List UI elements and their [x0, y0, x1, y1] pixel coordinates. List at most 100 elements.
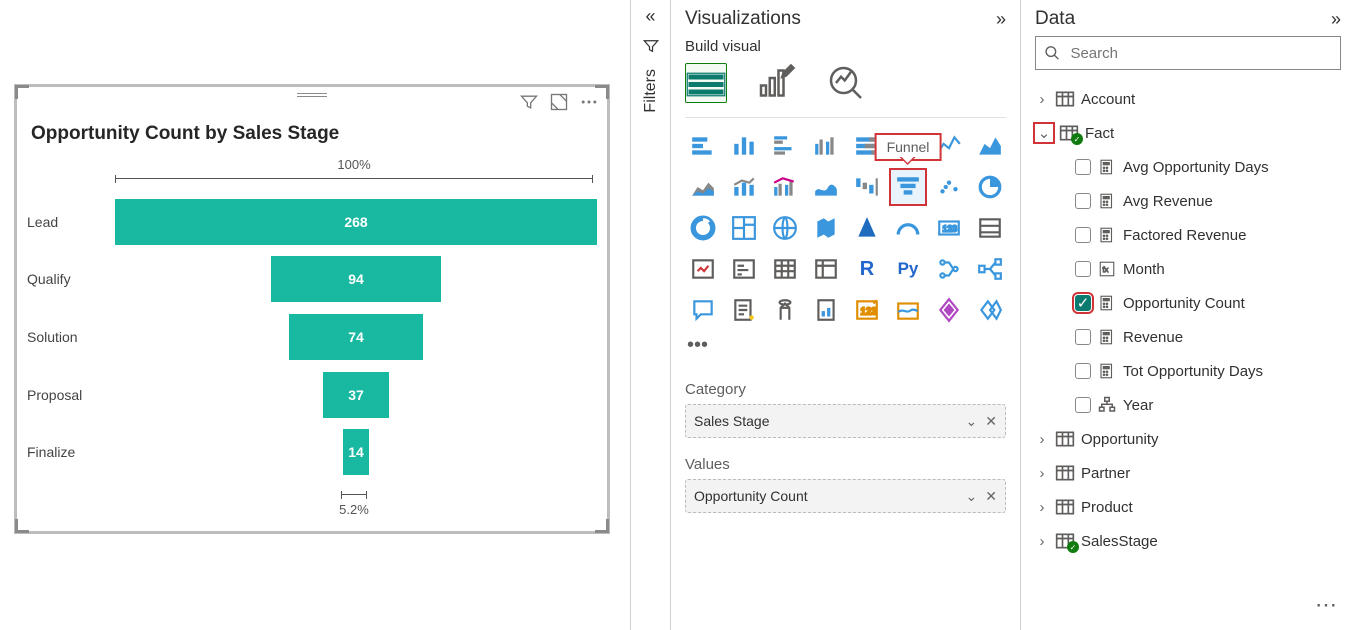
stacked-bar-chart-icon[interactable] [685, 128, 721, 164]
chevron-down-icon[interactable]: ⌄ [1035, 124, 1053, 142]
data-search[interactable] [1035, 36, 1341, 70]
remove-field-icon[interactable]: ✕ [985, 413, 997, 430]
remove-field-icon[interactable]: ✕ [985, 488, 997, 505]
field-node[interactable]: Tot Opportunity Days [1035, 354, 1341, 388]
arcgis-maps-icon[interactable] [890, 292, 926, 328]
collapse-viz-icon[interactable]: » [996, 9, 1006, 30]
field-checkbox[interactable] [1075, 227, 1091, 243]
clustered-bar-chart-icon[interactable] [767, 128, 803, 164]
donut-chart-icon[interactable] [685, 210, 721, 246]
azure-map-icon[interactable] [849, 210, 885, 246]
filters-collapsed-pane[interactable]: « Filters [630, 0, 670, 630]
table-node[interactable]: ›Partner [1035, 456, 1341, 490]
smart-narrative-icon[interactable] [726, 292, 762, 328]
card-icon[interactable]: 123 [931, 210, 967, 246]
chevron-down-icon[interactable]: ⌄ [966, 413, 978, 430]
field-checkbox[interactable] [1075, 363, 1091, 379]
table-node[interactable]: ›✓SalesStage [1035, 524, 1341, 558]
field-node[interactable]: Avg Revenue [1035, 184, 1341, 218]
funnel-chart-icon[interactable]: Funnel [890, 169, 926, 205]
table-node[interactable]: ›Account [1035, 82, 1341, 116]
treemap-icon[interactable] [726, 210, 762, 246]
line-stacked-column-icon[interactable] [726, 169, 762, 205]
funnel-bar[interactable]: 37 [323, 372, 390, 418]
get-more-visuals-icon[interactable] [972, 292, 1008, 328]
funnel-bar-row[interactable]: Lead268 [27, 199, 597, 245]
values-field-well[interactable]: Opportunity Count ⌄ ✕ [685, 479, 1006, 513]
r-visual-icon[interactable]: R [849, 251, 885, 287]
stacked-column-chart-icon[interactable] [726, 128, 762, 164]
category-field-well[interactable]: Sales Stage ⌄ ✕ [685, 404, 1006, 438]
key-influencers-icon[interactable] [931, 251, 967, 287]
expand-filters-icon[interactable]: « [645, 6, 655, 27]
waterfall-chart-icon[interactable] [849, 169, 885, 205]
more-options-icon[interactable] [579, 92, 599, 112]
format-visual-tab[interactable] [755, 63, 797, 103]
chevron-right-icon[interactable]: › [1035, 465, 1049, 482]
ribbon-chart-icon[interactable] [808, 169, 844, 205]
field-node[interactable]: fxMonth [1035, 252, 1341, 286]
funnel-bar[interactable]: 14 [343, 429, 368, 475]
funnel-bar-row[interactable]: Finalize14 [27, 429, 597, 475]
clustered-column-chart-icon[interactable] [808, 128, 844, 164]
funnel-bar-row[interactable]: Qualify94 [27, 256, 597, 302]
table-node[interactable]: ›Opportunity [1035, 422, 1341, 456]
field-node[interactable]: ✓Opportunity Count [1035, 286, 1341, 320]
funnel-bar[interactable]: 94 [271, 256, 440, 302]
focus-mode-icon[interactable] [549, 92, 569, 112]
collapse-data-icon[interactable]: » [1331, 9, 1341, 30]
search-input[interactable] [1068, 44, 1332, 63]
funnel-bar-row[interactable]: Solution74 [27, 314, 597, 360]
line-clustered-column-icon[interactable] [767, 169, 803, 205]
paginated-report-icon[interactable] [808, 292, 844, 328]
funnel-visual[interactable]: Opportunity Count by Sales Stage 100% Le… [14, 84, 610, 534]
decomposition-tree-icon[interactable] [972, 251, 1008, 287]
filter-icon[interactable] [519, 92, 539, 112]
multi-row-card-icon[interactable] [972, 210, 1008, 246]
table-icon[interactable] [767, 251, 803, 287]
field-node[interactable]: Factored Revenue [1035, 218, 1341, 252]
power-automate-icon[interactable]: 123 [849, 292, 885, 328]
filled-map-icon[interactable] [808, 210, 844, 246]
area-chart-icon[interactable] [972, 128, 1008, 164]
more-visuals-icon[interactable]: ••• [685, 328, 1006, 363]
matrix-icon[interactable] [808, 251, 844, 287]
drag-handle-icon[interactable] [297, 93, 327, 99]
field-checkbox[interactable] [1075, 329, 1091, 345]
power-apps-icon[interactable] [931, 292, 967, 328]
more-options-icon[interactable]: ⋯ [1315, 592, 1337, 618]
funnel-bar[interactable]: 268 [115, 199, 597, 245]
scatter-chart-icon[interactable] [931, 169, 967, 205]
slicer-icon[interactable] [726, 251, 762, 287]
kpi-icon[interactable] [685, 251, 721, 287]
report-canvas[interactable]: Opportunity Count by Sales Stage 100% Le… [0, 0, 630, 630]
chevron-down-icon[interactable]: ⌄ [966, 488, 978, 505]
gauge-icon[interactable] [890, 210, 926, 246]
chevron-right-icon[interactable]: › [1035, 431, 1049, 448]
funnel-bar-row[interactable]: Proposal37 [27, 372, 597, 418]
table-node[interactable]: ›Product [1035, 490, 1341, 524]
goals-icon[interactable] [767, 292, 803, 328]
measure-icon [1097, 294, 1117, 312]
python-visual-icon[interactable]: Py [890, 251, 926, 287]
field-node[interactable]: Avg Opportunity Days [1035, 150, 1341, 184]
map-icon[interactable] [767, 210, 803, 246]
analytics-tab[interactable] [825, 63, 867, 103]
qna-icon[interactable] [685, 292, 721, 328]
field-name: Avg Opportunity Days [1123, 159, 1269, 176]
chevron-right-icon[interactable]: › [1035, 91, 1049, 108]
field-node[interactable]: Year [1035, 388, 1341, 422]
field-checkbox[interactable] [1075, 397, 1091, 413]
field-node[interactable]: Revenue [1035, 320, 1341, 354]
pie-chart-icon[interactable] [972, 169, 1008, 205]
field-checkbox[interactable] [1075, 261, 1091, 277]
table-node[interactable]: ⌄✓Fact [1035, 116, 1341, 150]
chevron-right-icon[interactable]: › [1035, 533, 1049, 550]
stacked-area-chart-icon[interactable] [685, 169, 721, 205]
field-checkbox[interactable] [1075, 159, 1091, 175]
build-visual-tab[interactable] [685, 63, 727, 103]
funnel-bar[interactable]: 74 [289, 314, 422, 360]
field-checkbox[interactable]: ✓ [1075, 295, 1091, 311]
field-checkbox[interactable] [1075, 193, 1091, 209]
chevron-right-icon[interactable]: › [1035, 499, 1049, 516]
